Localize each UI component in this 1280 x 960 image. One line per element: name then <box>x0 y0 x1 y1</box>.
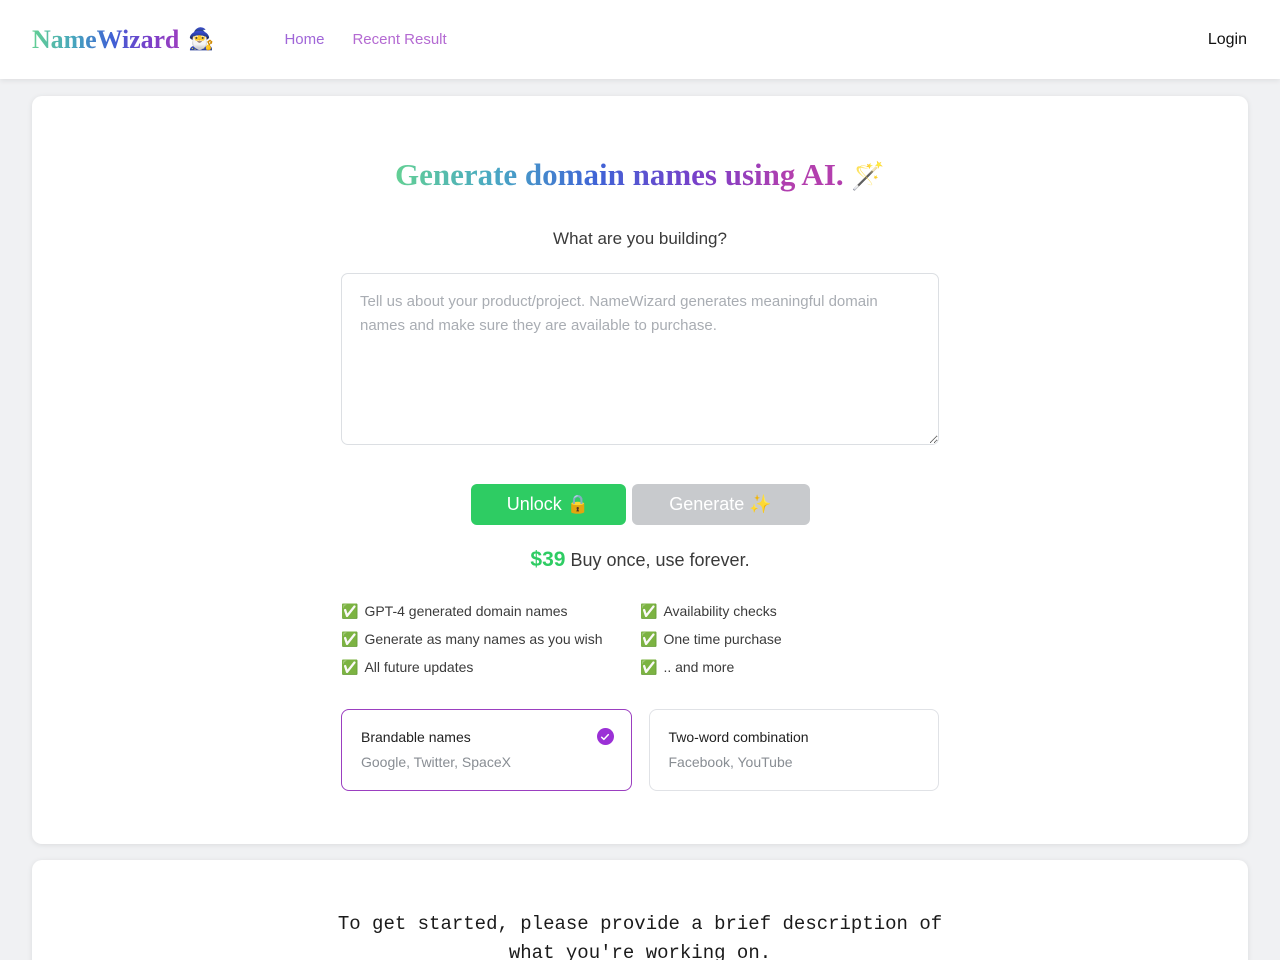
feature-item: ✅ Availability checks <box>640 603 939 619</box>
name-style-options: Brandable names Google, Twitter, SpaceX … <box>341 709 939 792</box>
page-title: Generate domain names using AI. 🪄 <box>32 156 1248 193</box>
brand-logo[interactable]: NameWizard 🧙‍♂️ <box>32 25 214 55</box>
main-nav: Home Recent Result <box>284 31 446 48</box>
results-placeholder-card: To get started, please provide a brief d… <box>32 860 1248 960</box>
price-tagline: Buy once, use forever. <box>570 550 750 571</box>
feature-label: GPT-4 generated domain names <box>364 603 568 620</box>
feature-label: Availability checks <box>663 603 777 620</box>
empty-state-message: To get started, please provide a brief d… <box>337 913 943 960</box>
feature-list: ✅ GPT-4 generated domain names ✅ Availab… <box>341 603 939 675</box>
login-link[interactable]: Login <box>1208 31 1247 49</box>
check-icon: ✅ <box>341 631 359 648</box>
selected-check-icon <box>596 728 614 746</box>
unlock-button[interactable]: Unlock 🔒 <box>470 484 626 526</box>
feature-item: ✅ GPT-4 generated domain names <box>341 603 640 619</box>
check-icon: ✅ <box>640 603 658 620</box>
price-amount: $39 <box>530 548 566 572</box>
prompt-input-wrapper <box>32 273 1248 446</box>
nav-link-recent-result[interactable]: Recent Result <box>352 31 446 48</box>
check-icon: ✅ <box>341 659 359 676</box>
option-title: Brandable names <box>361 729 471 746</box>
feature-label: Generate as many names as you wish <box>364 631 603 648</box>
feature-item: ✅ One time purchase <box>640 631 939 647</box>
option-title: Two-word combination <box>668 729 809 746</box>
feature-label: All future updates <box>364 659 474 676</box>
top-header: NameWizard 🧙‍♂️ Home Recent Result Login <box>0 0 1280 79</box>
option-card-two-word-combination[interactable]: Two-word combination Facebook, YouTube <box>648 709 939 792</box>
option-card-brandable-names[interactable]: Brandable names Google, Twitter, SpaceX <box>341 709 632 792</box>
prompt-label: What are you building? <box>553 229 727 249</box>
magic-wand-icon: 🪄 <box>851 161 886 191</box>
check-icon: ✅ <box>640 659 658 676</box>
check-icon: ✅ <box>341 603 359 620</box>
wizard-icon: 🧙‍♂️ <box>188 27 215 51</box>
feature-label: One time purchase <box>663 631 782 648</box>
project-description-input[interactable] <box>341 273 939 446</box>
option-examples: Google, Twitter, SpaceX <box>361 754 511 771</box>
check-icon: ✅ <box>640 631 658 648</box>
feature-item: ✅ .. and more <box>640 659 939 675</box>
nav-link-home[interactable]: Home <box>284 31 324 48</box>
page-body: Generate domain names using AI. 🪄 What a… <box>0 79 1280 960</box>
feature-item: ✅ Generate as many names as you wish <box>341 631 640 647</box>
action-buttons: Unlock 🔒 Generate ✨ <box>32 484 1248 526</box>
option-examples: Facebook, YouTube <box>668 754 793 771</box>
generate-button[interactable]: Generate ✨ <box>631 484 810 526</box>
pricing-line: $39 Buy once, use forever. <box>32 548 1248 572</box>
generator-card: Generate domain names using AI. 🪄 What a… <box>32 96 1248 844</box>
feature-label: .. and more <box>663 659 735 676</box>
page-title-text: Generate domain names using AI. <box>394 157 844 192</box>
brand-name: NameWizard <box>32 24 180 54</box>
feature-item: ✅ All future updates <box>341 659 640 675</box>
